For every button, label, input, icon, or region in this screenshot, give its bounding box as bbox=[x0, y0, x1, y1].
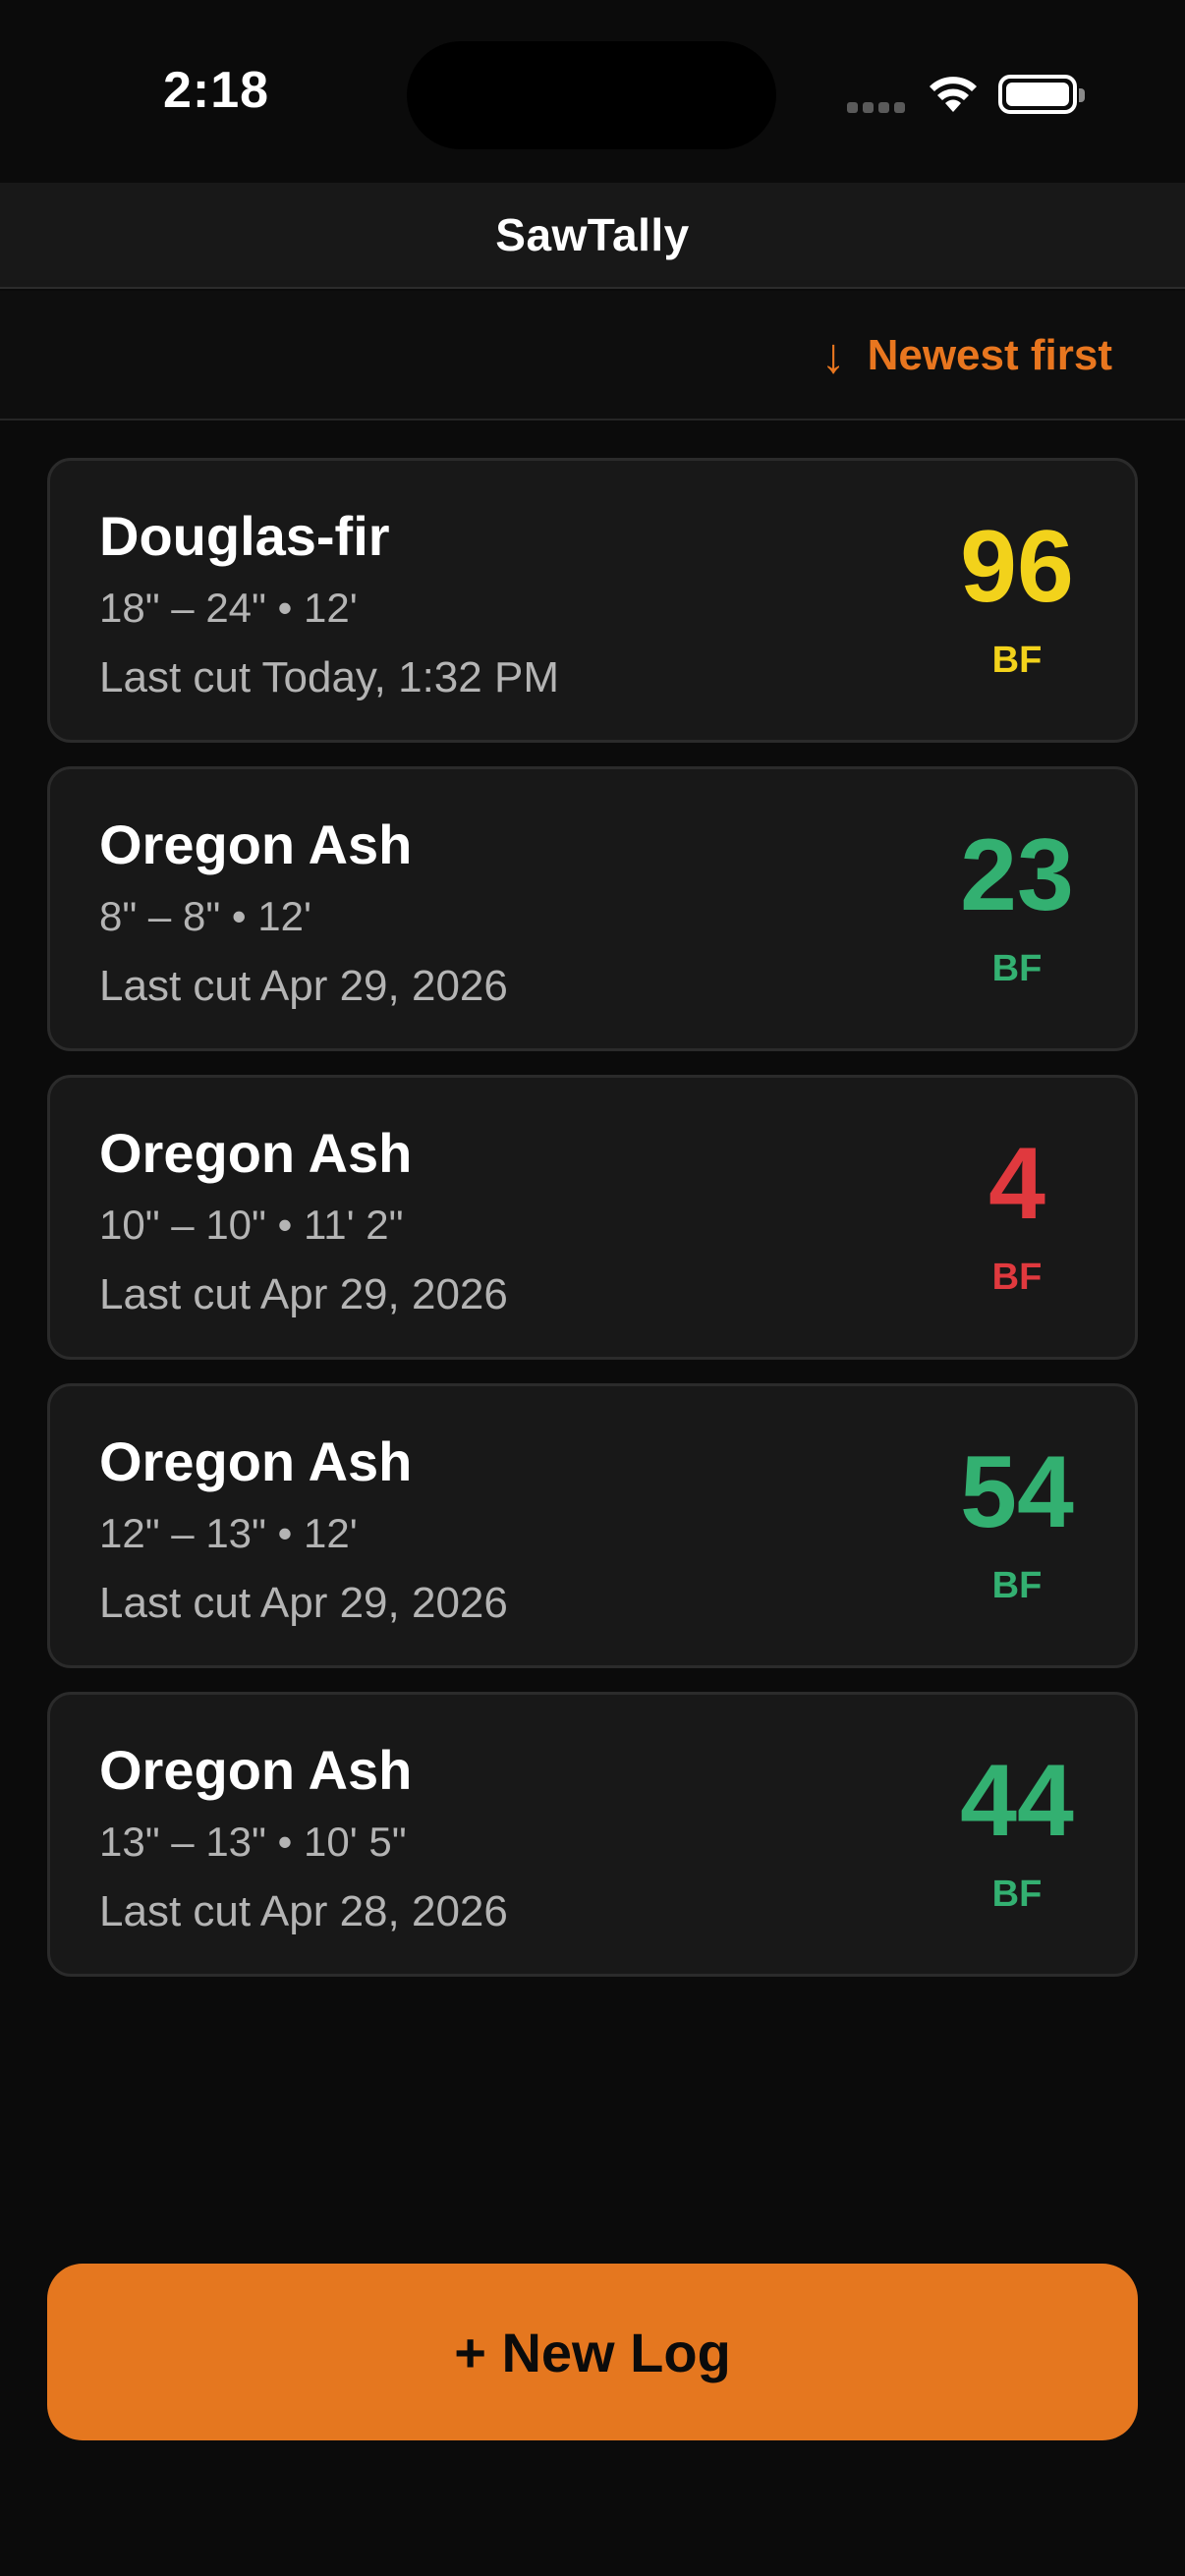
navigation-bar: SawTally bbox=[0, 183, 1185, 289]
dynamic-island bbox=[407, 41, 776, 149]
board-feet-block: 23 BF bbox=[948, 824, 1086, 990]
board-feet-block: 96 BF bbox=[948, 516, 1086, 682]
log-card[interactable]: Oregon Ash 12" – 13" • 12' Last cut Apr … bbox=[47, 1383, 1138, 1668]
log-dimensions: 18" – 24" • 12' bbox=[99, 585, 358, 631]
log-dimensions: 8" – 8" • 12' bbox=[99, 893, 312, 939]
new-log-button[interactable]: + New Log bbox=[47, 2264, 1138, 2440]
new-log-label: + New Log bbox=[454, 2321, 731, 2383]
signal-icon bbox=[847, 102, 906, 116]
sort-order-button[interactable]: ↓ Newest first bbox=[821, 326, 1112, 385]
sort-order-label: Newest first bbox=[867, 331, 1112, 379]
board-feet-unit: BF bbox=[991, 640, 1043, 681]
app-title: SawTally bbox=[495, 209, 690, 260]
status-time: 2:18 bbox=[162, 62, 270, 119]
board-feet-value: 44 bbox=[960, 1744, 1074, 1858]
app-screen: 2:18 SawTally ↓ Newest first Douglas-fir… bbox=[0, 0, 1185, 2576]
board-feet-value: 96 bbox=[960, 510, 1074, 624]
log-last-cut: Last cut Apr 29, 2026 bbox=[99, 1579, 508, 1627]
log-list: Douglas-fir 18" – 24" • 12' Last cut Tod… bbox=[47, 458, 1138, 2000]
board-feet-value: 54 bbox=[960, 1435, 1074, 1549]
wifi-icon bbox=[930, 77, 977, 112]
log-dimensions: 13" – 13" • 10' 5" bbox=[99, 1819, 407, 1865]
log-species: Douglas-fir bbox=[99, 505, 390, 567]
log-species: Oregon Ash bbox=[99, 813, 413, 875]
board-feet-unit: BF bbox=[991, 1257, 1043, 1298]
log-card[interactable]: Oregon Ash 8" – 8" • 12' Last cut Apr 29… bbox=[47, 766, 1138, 1051]
status-bar: 2:18 bbox=[0, 0, 1185, 183]
log-species: Oregon Ash bbox=[99, 1739, 413, 1801]
log-last-cut: Last cut Today, 1:32 PM bbox=[99, 653, 559, 701]
board-feet-block: 44 BF bbox=[948, 1750, 1086, 1916]
board-feet-unit: BF bbox=[991, 1565, 1043, 1606]
log-species: Oregon Ash bbox=[99, 1430, 413, 1492]
board-feet-value: 23 bbox=[960, 818, 1074, 932]
log-last-cut: Last cut Apr 29, 2026 bbox=[99, 962, 508, 1010]
log-last-cut: Last cut Apr 29, 2026 bbox=[99, 1270, 508, 1318]
log-card[interactable]: Douglas-fir 18" – 24" • 12' Last cut Tod… bbox=[47, 458, 1138, 743]
log-card[interactable]: Oregon Ash 10" – 10" • 11' 2" Last cut A… bbox=[47, 1075, 1138, 1360]
log-dimensions: 12" – 13" • 12' bbox=[99, 1510, 358, 1556]
board-feet-unit: BF bbox=[991, 1874, 1043, 1915]
board-feet-block: 4 BF bbox=[948, 1133, 1086, 1299]
log-last-cut: Last cut Apr 28, 2026 bbox=[99, 1887, 508, 1935]
log-dimensions: 10" – 10" • 11' 2" bbox=[99, 1202, 404, 1248]
log-species: Oregon Ash bbox=[99, 1122, 413, 1184]
battery-icon bbox=[998, 75, 1085, 114]
log-card[interactable]: Oregon Ash 13" – 13" • 10' 5" Last cut A… bbox=[47, 1692, 1138, 1977]
board-feet-unit: BF bbox=[991, 948, 1043, 989]
board-feet-block: 54 BF bbox=[948, 1441, 1086, 1607]
sort-bar: ↓ Newest first bbox=[0, 291, 1185, 420]
board-feet-value: 4 bbox=[988, 1127, 1045, 1241]
arrow-down-icon: ↓ bbox=[820, 328, 846, 383]
